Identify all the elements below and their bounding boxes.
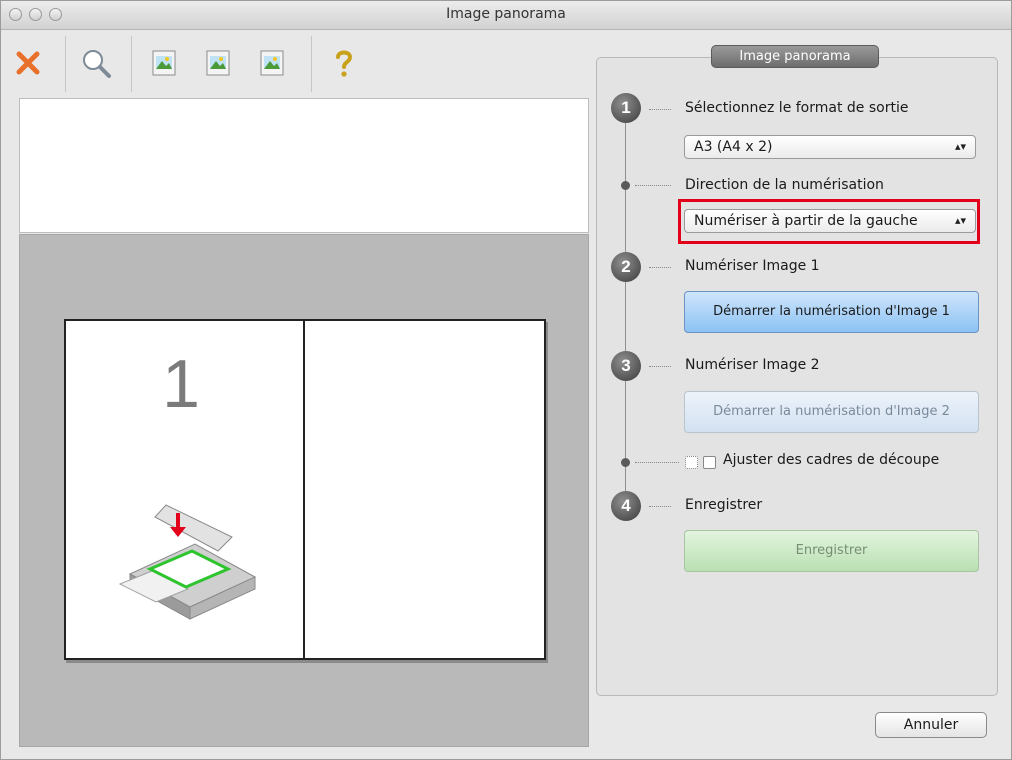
toolbar-divider [131, 36, 132, 92]
crop-bullet [621, 458, 630, 467]
step-1-label: Sélectionnez le format de sortie [685, 100, 909, 116]
highlight-box [678, 199, 980, 244]
step-connector [635, 462, 679, 463]
step-connector [649, 366, 671, 367]
app-window: Image panorama 1 Image panorama 1 Sélect… [0, 0, 1012, 760]
step-connector [649, 109, 671, 110]
image-tool-button-2[interactable] [197, 42, 239, 84]
page-number: 1 [162, 346, 200, 422]
step-connector [635, 185, 671, 186]
image-icon [206, 50, 230, 76]
start-scan-image-2-button[interactable]: Démarrer la numérisation d'Image 2 [684, 391, 979, 433]
zoom-button[interactable] [75, 42, 117, 84]
panel-header: Image panorama [711, 45, 879, 68]
cancel-button[interactable]: Annuler [875, 712, 987, 738]
start-scan-image-1-button[interactable]: Démarrer la numérisation d'Image 1 [684, 291, 979, 333]
output-format-select[interactable]: A3 (A4 x 2) ▴▾ [684, 135, 976, 159]
page-divider [303, 321, 305, 658]
toolbar-divider [65, 36, 66, 92]
output-format-value: A3 (A4 x 2) [694, 139, 773, 155]
step-2-label: Numériser Image 1 [685, 258, 820, 274]
preview-area: 1 [19, 234, 589, 747]
step-4-label: Enregistrer [685, 497, 763, 513]
toolbar [1, 30, 591, 94]
step-connector [649, 506, 671, 507]
step-timeline [625, 105, 626, 503]
step-4-badge: 4 [611, 491, 641, 521]
delete-button[interactable] [7, 42, 49, 84]
toolbar-divider [311, 36, 312, 92]
direction-label: Direction de la numérisation [685, 177, 884, 193]
image-tool-button-1[interactable] [143, 42, 185, 84]
thumbnail-area [19, 98, 589, 233]
save-button[interactable]: Enregistrer [684, 530, 979, 572]
select-arrows-icon: ▴▾ [954, 140, 966, 153]
step-1-badge: 1 [611, 93, 641, 123]
scanner-icon [118, 504, 257, 620]
step-3-badge: 3 [611, 351, 641, 381]
title-bar: Image panorama [1, 1, 1011, 30]
image-icon [152, 50, 176, 76]
crop-frame-icon [685, 456, 698, 469]
step-connector [649, 267, 671, 268]
help-button[interactable] [323, 42, 365, 84]
delete-icon [16, 51, 40, 75]
image-icon [260, 50, 284, 76]
window-title: Image panorama [446, 6, 566, 22]
adjust-crop-checkbox[interactable] [703, 456, 716, 469]
image-tool-button-3[interactable] [251, 42, 293, 84]
zoom-icon [83, 50, 111, 78]
adjust-crop-label: Ajuster des cadres de découpe [723, 452, 940, 468]
step-2-badge: 2 [611, 252, 641, 282]
direction-bullet [621, 181, 630, 190]
help-icon [336, 50, 353, 77]
panorama-page: 1 [64, 319, 546, 660]
step-3-label: Numériser Image 2 [685, 357, 820, 373]
